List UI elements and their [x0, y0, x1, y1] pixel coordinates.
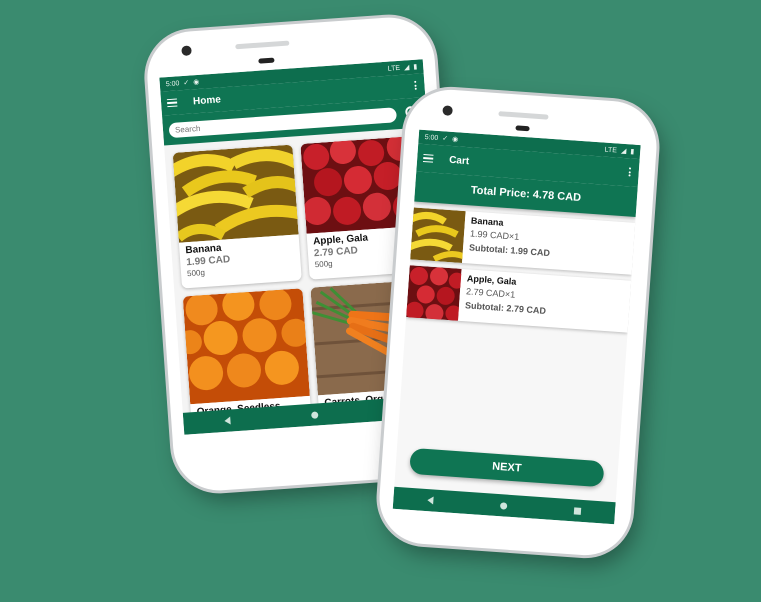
- cart-phone: 5:00 ✓ ◉ LTE ◢ ▮ Cart Total Price: 4.78 …: [376, 86, 660, 559]
- notification-icon: ✓: [183, 79, 190, 87]
- menu-icon[interactable]: [422, 153, 434, 163]
- home-icon[interactable]: [499, 501, 508, 510]
- earpiece: [258, 57, 275, 64]
- system-nav-bar: [392, 486, 616, 525]
- cart-item[interactable]: Banana 1.99 CAD×1 Subtotal: 1.99 CAD: [407, 207, 636, 275]
- page-title: Cart: [448, 154, 470, 167]
- sync-icon: ◉: [451, 135, 459, 144]
- back-icon[interactable]: [223, 416, 231, 425]
- signal-icon: ◢: [620, 147, 627, 156]
- back-icon[interactable]: [426, 496, 434, 505]
- banana-photo: [172, 144, 302, 243]
- recents-icon[interactable]: [574, 506, 582, 515]
- apple-photo: [405, 265, 465, 323]
- product-card[interactable]: Banana 1.99 CAD 500g: [172, 144, 302, 289]
- cart-item-quantity: 2.79 CAD×1: [465, 286, 516, 300]
- front-camera: [181, 45, 192, 57]
- cart-item-subtotal: Subtotal: 1.99 CAD: [468, 242, 551, 259]
- battery-icon: ▮: [630, 148, 635, 156]
- home-icon[interactable]: [310, 410, 319, 419]
- cart-screen: 5:00 ✓ ◉ LTE ◢ ▮ Cart Total Price: 4.78 …: [392, 129, 641, 525]
- overflow-menu-icon[interactable]: [628, 167, 632, 177]
- cart-item[interactable]: Apple, Gala 2.79 CAD×1 Subtotal: 2.79 CA…: [405, 265, 632, 333]
- page-title: Home: [192, 93, 222, 107]
- network-label: LTE: [387, 64, 401, 73]
- notification-icon: ✓: [442, 135, 449, 143]
- banana-photo: [407, 207, 467, 263]
- cart-item-quantity: 1.99 CAD×1: [469, 228, 520, 242]
- battery-icon: ▮: [413, 63, 418, 71]
- signal-icon: ◢: [403, 64, 410, 72]
- overflow-menu-icon[interactable]: [414, 80, 417, 90]
- earpiece: [515, 125, 530, 132]
- speaker-grill: [498, 111, 549, 120]
- network-label: LTE: [604, 146, 618, 154]
- next-button[interactable]: NEXT: [409, 447, 605, 488]
- menu-icon[interactable]: [166, 98, 178, 108]
- cart-item-subtotal: Subtotal: 2.79 CAD: [464, 300, 547, 316]
- status-time: 5:00: [424, 133, 439, 142]
- orange-photo: [182, 288, 310, 405]
- sync-icon: ◉: [193, 78, 200, 87]
- front-camera: [442, 105, 453, 116]
- status-time: 5:00: [165, 79, 180, 88]
- speaker-grill: [235, 40, 290, 50]
